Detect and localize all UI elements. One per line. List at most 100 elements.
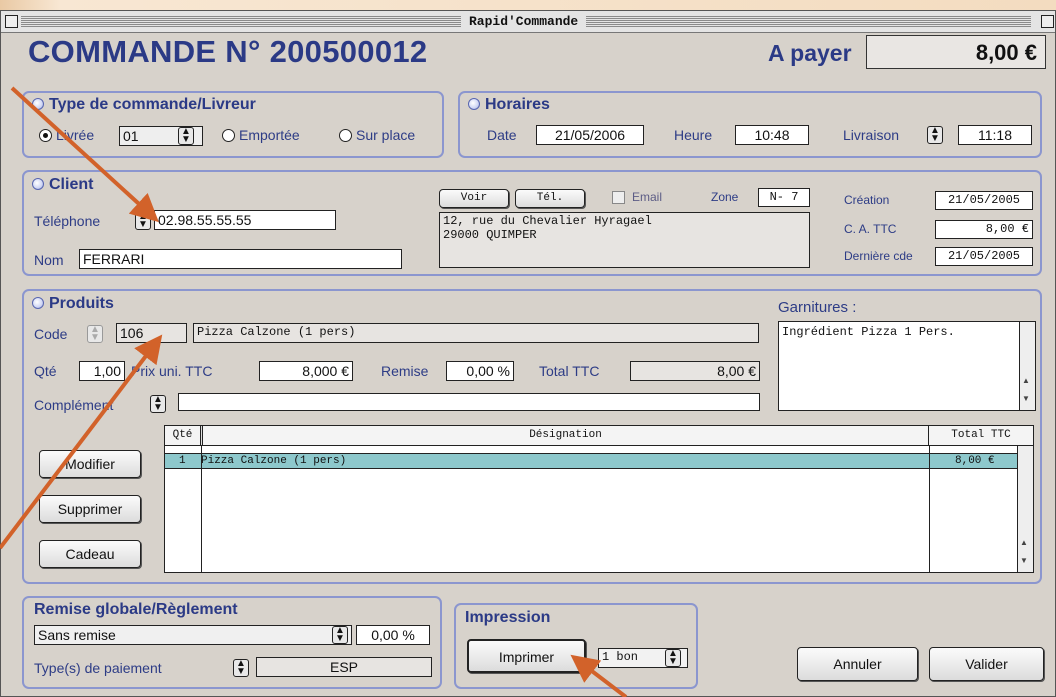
bons-stepper-icon[interactable]: ▲ ▼ [665, 649, 681, 667]
type-commande-title: Type de commande/Livreur [32, 96, 256, 114]
col-divider [201, 446, 202, 572]
col-header-total[interactable]: Total TTC [929, 426, 1033, 446]
produits-title-text: Produits [49, 295, 114, 312]
qte-field[interactable]: 1,00 [79, 361, 125, 381]
col-header-designation[interactable]: Désignation [203, 426, 929, 446]
remise-globale-value[interactable]: 0,00 % [356, 625, 430, 645]
livree-label: Livrée [56, 127, 95, 143]
row-total: 8,00 € [955, 455, 995, 467]
scroll-down-icon[interactable]: ▼ [1022, 394, 1030, 403]
order-lines-table: Qté Désignation Total TTC 1 Pizza Calzon… [164, 425, 1034, 573]
apayer-value: 8,00 € [866, 35, 1046, 69]
livraison-label: Livraison [843, 127, 900, 143]
qte-label: Qté [34, 363, 57, 379]
complement-field[interactable] [178, 393, 760, 411]
order-title: COMMANDE N° 200500012 [28, 34, 428, 69]
impression-title: Impression [465, 609, 551, 626]
emportee-label: Emportée [239, 127, 300, 143]
table-row[interactable]: 1 Pizza Calzone (1 pers) 8,00 € [165, 453, 1033, 469]
email-checkbox[interactable] [612, 191, 625, 204]
livreur-value: 01 [123, 128, 139, 144]
garnitures-box[interactable]: Ingrédient Pizza 1 Pers. [778, 321, 1036, 411]
row-qte: 1 [179, 455, 186, 467]
livreur-stepper-icon[interactable]: ▲ ▼ [178, 127, 194, 145]
remise-select[interactable]: Sans remise [34, 625, 352, 645]
remise-stepper-icon[interactable]: ▲ ▼ [332, 626, 348, 644]
garnitures-scrollbar[interactable]: ▲ ▼ [1019, 322, 1035, 410]
paiement-stepper-icon[interactable]: ▲ ▼ [233, 659, 249, 677]
produits-title: Produits [32, 295, 114, 313]
apayer-label: A payer [768, 40, 852, 66]
modifier-button[interactable]: Modifier [39, 450, 141, 478]
col-header-qte[interactable]: Qté [165, 426, 201, 446]
col-divider [929, 446, 930, 572]
prix-field[interactable]: 8,000 € [259, 361, 353, 381]
nom-field[interactable]: FERRARI [79, 249, 402, 269]
client-title-text: Client [49, 176, 94, 193]
remise-label: Remise [381, 363, 429, 379]
ca-field: 8,00 € [935, 220, 1033, 239]
product-name-field: Pizza Calzone (1 pers) [193, 323, 759, 343]
code-field[interactable]: 106 [116, 323, 187, 343]
code-stepper-icon[interactable]: ▲ ▼ [87, 325, 103, 343]
date-label: Date [487, 127, 517, 143]
livraison-field[interactable]: 11:18 [958, 125, 1032, 145]
paiement-field: ESP [256, 657, 432, 677]
scroll-up-icon[interactable]: ▲ [1020, 538, 1028, 547]
address-line1: 12, rue du Chevalier Hyragael [443, 214, 652, 228]
garnitures-label: Garnitures : [778, 299, 857, 316]
tel-button[interactable]: Tél. [515, 189, 585, 208]
group-bullet-icon [32, 178, 44, 190]
zone-label: Zone [711, 190, 739, 204]
table-scrollbar[interactable]: ▲ ▼ [1017, 446, 1033, 572]
supprimer-button[interactable]: Supprimer [39, 495, 141, 523]
title-bar[interactable]: Rapid'Commande [1, 11, 1055, 33]
address-box: 12, rue du Chevalier Hyragael 29000 QUIM… [439, 212, 810, 268]
prix-label: Prix uni. TTC [131, 363, 213, 379]
group-bullet-icon [468, 98, 480, 110]
emportee-radio[interactable] [222, 129, 235, 142]
creation-label: Création [844, 193, 890, 207]
close-box-icon[interactable] [5, 15, 18, 28]
zone-field[interactable]: N- 7 [758, 188, 810, 207]
imprimer-button[interactable]: Imprimer [467, 639, 586, 673]
voir-button[interactable]: Voir [439, 189, 509, 208]
derniere-label: Dernière cde [844, 249, 913, 263]
telephone-stepper-icon[interactable]: ▲ ▼ [135, 212, 151, 230]
remise-field[interactable]: 0,00 % [446, 361, 514, 381]
total-field: 8,00 € [630, 361, 760, 381]
remise-globale-title: Remise globale/Règlement [34, 601, 238, 618]
code-label: Code [34, 326, 68, 342]
group-bullet-icon [32, 98, 44, 110]
total-label: Total TTC [539, 363, 600, 379]
complement-stepper-icon[interactable]: ▲ ▼ [150, 395, 166, 413]
surplace-label: Sur place [356, 127, 416, 143]
address-line2: 29000 QUIMPER [443, 228, 537, 242]
row-designation: Pizza Calzone (1 pers) [201, 455, 347, 467]
livraison-stepper-icon[interactable]: ▲ ▼ [927, 126, 943, 144]
surplace-radio[interactable] [339, 129, 352, 142]
nom-label: Nom [34, 252, 64, 268]
scroll-up-icon[interactable]: ▲ [1022, 376, 1030, 385]
date-field[interactable]: 21/05/2006 [536, 125, 644, 145]
heure-field[interactable]: 10:48 [735, 125, 809, 145]
ca-label: C. A. TTC [844, 222, 897, 236]
livree-radio[interactable] [39, 129, 52, 142]
creation-field: 21/05/2005 [935, 191, 1033, 210]
scroll-down-icon[interactable]: ▼ [1020, 556, 1028, 565]
valider-button[interactable]: Valider [929, 647, 1044, 681]
client-title: Client [32, 176, 93, 194]
window-title: Rapid'Commande [461, 14, 587, 29]
paiement-label: Type(s) de paiement [34, 660, 162, 676]
email-label: Email [632, 190, 663, 204]
telephone-field[interactable]: 02.98.55.55.55 [154, 210, 336, 230]
horaires-title-text: Horaires [485, 96, 550, 113]
annuler-button[interactable]: Annuler [797, 647, 918, 681]
heure-label: Heure [674, 127, 713, 143]
type-commande-title-text: Type de commande/Livreur [49, 96, 256, 113]
cadeau-button[interactable]: Cadeau [39, 540, 141, 568]
zoom-box-icon[interactable] [1041, 15, 1054, 28]
garnitures-value: Ingrédient Pizza 1 Pers. [782, 325, 955, 339]
derniere-field: 21/05/2005 [935, 247, 1033, 266]
complement-label: Complément [34, 397, 114, 413]
